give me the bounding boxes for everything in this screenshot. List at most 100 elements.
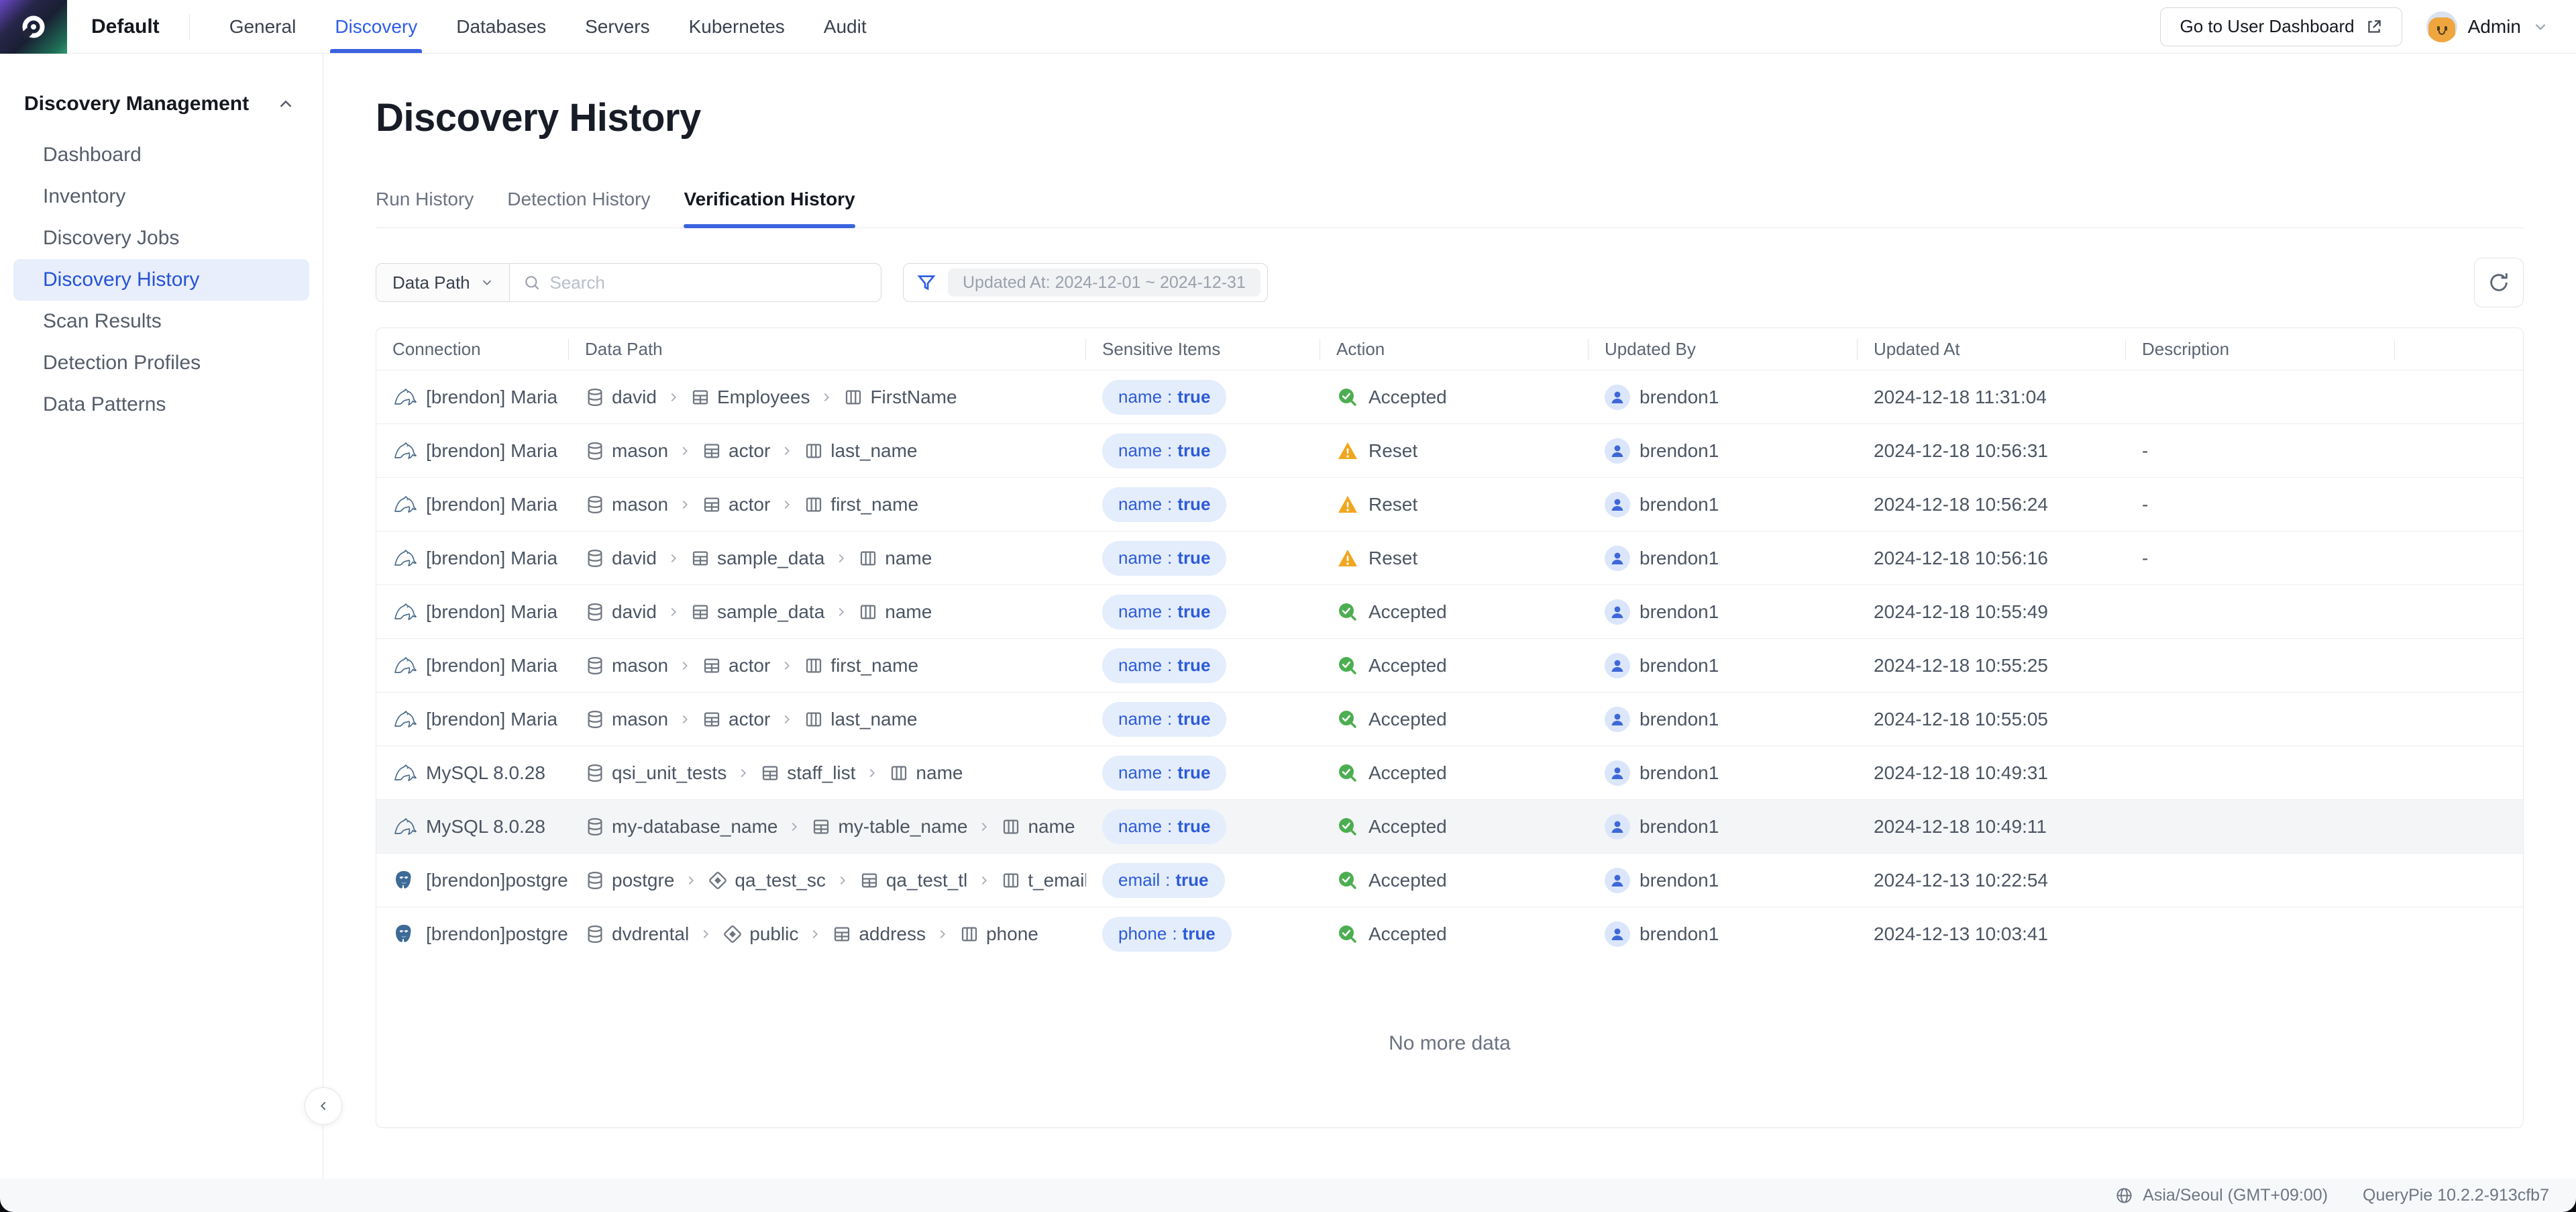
nav-item-servers[interactable]: Servers: [566, 0, 669, 53]
sensitive-item-chip[interactable]: name:true: [1102, 541, 1226, 576]
table-row[interactable]: [brendon]postgredvdrentalpublicaddressph…: [376, 907, 2523, 960]
sidebar-item-detection-profiles[interactable]: Detection Profiles: [13, 342, 309, 384]
sidebar-item-data-patterns[interactable]: Data Patterns: [13, 384, 309, 425]
updated-by-cell: brendon1: [1589, 760, 1858, 786]
sensitive-value: true: [1177, 387, 1210, 407]
mysql-icon: [392, 548, 417, 569]
chevron-right-icon: [678, 497, 692, 512]
tab-verification-history[interactable]: Verification History: [684, 189, 855, 228]
tab-bar: Run History Detection History Verificati…: [376, 189, 2524, 228]
nav-item-audit[interactable]: Audit: [804, 0, 886, 53]
timezone-indicator: Asia/Seoul (GMT+09:00): [2115, 1186, 2328, 1205]
column-icon: [843, 387, 863, 407]
table-row[interactable]: MySQL 8.0.28qsi_unit_testsstaff_listname…: [376, 746, 2523, 799]
path-segment-label: name: [1028, 816, 1075, 838]
action-cell: Accepted: [1320, 386, 1589, 409]
column-icon: [804, 495, 824, 515]
path-segment: david: [585, 548, 657, 569]
nav-item-databases[interactable]: Databases: [437, 0, 566, 53]
table-row[interactable]: [brendon] Mariadavidsample_datanamename:…: [376, 531, 2523, 585]
search-input[interactable]: [549, 272, 867, 293]
updated-by-name: brendon1: [1640, 870, 1719, 891]
sidebar-item-discovery-history[interactable]: Discovery History: [13, 259, 309, 301]
chevron-right-icon: [835, 873, 850, 888]
connection-cell: [brendon] Maria: [376, 655, 569, 676]
org-switcher[interactable]: Default: [67, 0, 189, 53]
chevron-right-icon: [780, 712, 794, 727]
database-icon: [585, 817, 605, 837]
table-row[interactable]: [brendon] MariadavidEmployeesFirstNamena…: [376, 370, 2523, 423]
querypie-logo[interactable]: [0, 0, 67, 54]
updated-at-cell: 2024-12-13 10:22:54: [1858, 870, 2126, 891]
action-cell: Accepted: [1320, 762, 1589, 785]
user-icon: [1605, 760, 1630, 786]
sensitive-item-chip[interactable]: name:true: [1102, 702, 1226, 737]
sensitive-item-chip[interactable]: name:true: [1102, 756, 1226, 791]
querypie-logo-icon: [19, 12, 48, 42]
go-to-user-dashboard-button[interactable]: Go to User Dashboard: [2160, 7, 2402, 46]
sidebar-item-dashboard[interactable]: Dashboard: [13, 134, 309, 176]
sidebar-item-discovery-jobs[interactable]: Discovery Jobs: [13, 217, 309, 259]
chevron-right-icon: [698, 927, 713, 942]
path-segment-label: mason: [612, 709, 668, 730]
top-nav: General Discovery Databases Servers Kube…: [210, 0, 886, 53]
path-segment: my-table_name: [811, 816, 967, 838]
path-segment-label: public: [749, 923, 798, 945]
table-row[interactable]: [brendon] Mariamasonactorfirst_namename:…: [376, 638, 2523, 692]
refresh-button[interactable]: [2474, 258, 2524, 307]
nav-item-discovery[interactable]: Discovery: [315, 0, 437, 53]
table-row[interactable]: [brendon] Mariadavidsample_datanamename:…: [376, 585, 2523, 638]
sensitive-item-chip[interactable]: name:true: [1102, 809, 1226, 844]
postgresql-icon: [392, 923, 417, 946]
sensitive-item-chip[interactable]: name:true: [1102, 648, 1226, 683]
sensitive-item-chip[interactable]: phone:true: [1102, 917, 1232, 952]
chevron-right-icon: [666, 551, 681, 566]
tab-run-history[interactable]: Run History: [376, 189, 474, 228]
sensitive-item-chip[interactable]: email:true: [1102, 863, 1225, 898]
filter-funnel-icon[interactable]: [916, 272, 937, 293]
table-row[interactable]: MySQL 8.0.28my-database_namemy-table_nam…: [376, 799, 2523, 853]
sensitive-key: name: [1118, 440, 1162, 461]
sidebar-item-scan-results[interactable]: Scan Results: [13, 301, 309, 342]
action-label: Reset: [1368, 440, 1417, 462]
connection-name: [brendon] Maria: [426, 601, 557, 623]
user-icon: [1605, 868, 1630, 893]
table-row[interactable]: [brendon] Mariamasonactorlast_namename:t…: [376, 423, 2523, 477]
chevron-right-icon: [865, 766, 879, 780]
user-menu[interactable]: Admin: [2426, 11, 2549, 42]
sidebar-item-inventory[interactable]: Inventory: [13, 176, 309, 217]
updated-at-filter-chip[interactable]: Updated At: 2024-12-01 ~ 2024-12-31: [948, 268, 1260, 297]
updated-by-name: brendon1: [1640, 762, 1719, 784]
updated-by-name: brendon1: [1640, 440, 1719, 462]
sensitive-value: true: [1183, 923, 1216, 944]
search-field-dropdown[interactable]: Data Path: [376, 264, 510, 301]
sensitive-item-chip[interactable]: name:true: [1102, 434, 1226, 468]
connection-cell: [brendon] Maria: [376, 494, 569, 515]
nav-item-general[interactable]: General: [210, 0, 316, 53]
sensitive-item-chip[interactable]: name:true: [1102, 487, 1226, 522]
sensitive-item-chip[interactable]: name:true: [1102, 380, 1226, 415]
data-path-cell: masonactorlast_name: [569, 709, 1086, 730]
sidebar-collapse-button[interactable]: [305, 1087, 342, 1125]
updated-at-cell: 2024-12-18 10:56:31: [1858, 440, 2126, 462]
sensitive-colon: :: [1167, 440, 1172, 461]
chevron-up-icon[interactable]: [276, 94, 296, 114]
sensitive-value: true: [1177, 655, 1210, 676]
sensitive-colon: :: [1167, 548, 1172, 568]
sensitive-items-cell: name:true: [1086, 595, 1320, 629]
tab-detection-history[interactable]: Detection History: [507, 189, 650, 228]
reset-warning-icon: [1336, 547, 1359, 570]
mysql-icon: [392, 762, 417, 784]
table-row[interactable]: [brendon]postgrepostgreqa_test_scqa_test…: [376, 853, 2523, 907]
chevron-right-icon: [678, 712, 692, 727]
search-group: Data Path: [376, 263, 881, 302]
table-row[interactable]: [brendon] Mariamasonactorfirst_namename:…: [376, 477, 2523, 531]
nav-item-kubernetes[interactable]: Kubernetes: [669, 0, 804, 53]
path-segment: name: [858, 548, 932, 569]
updated-by-name: brendon1: [1640, 548, 1719, 569]
refresh-icon: [2487, 271, 2510, 294]
sensitive-items-cell: name:true: [1086, 487, 1320, 522]
sensitive-item-chip[interactable]: name:true: [1102, 595, 1226, 629]
data-path-cell: my-database_namemy-table_namename: [569, 816, 1086, 838]
table-row[interactable]: [brendon] Mariamasonactorlast_namename:t…: [376, 692, 2523, 746]
